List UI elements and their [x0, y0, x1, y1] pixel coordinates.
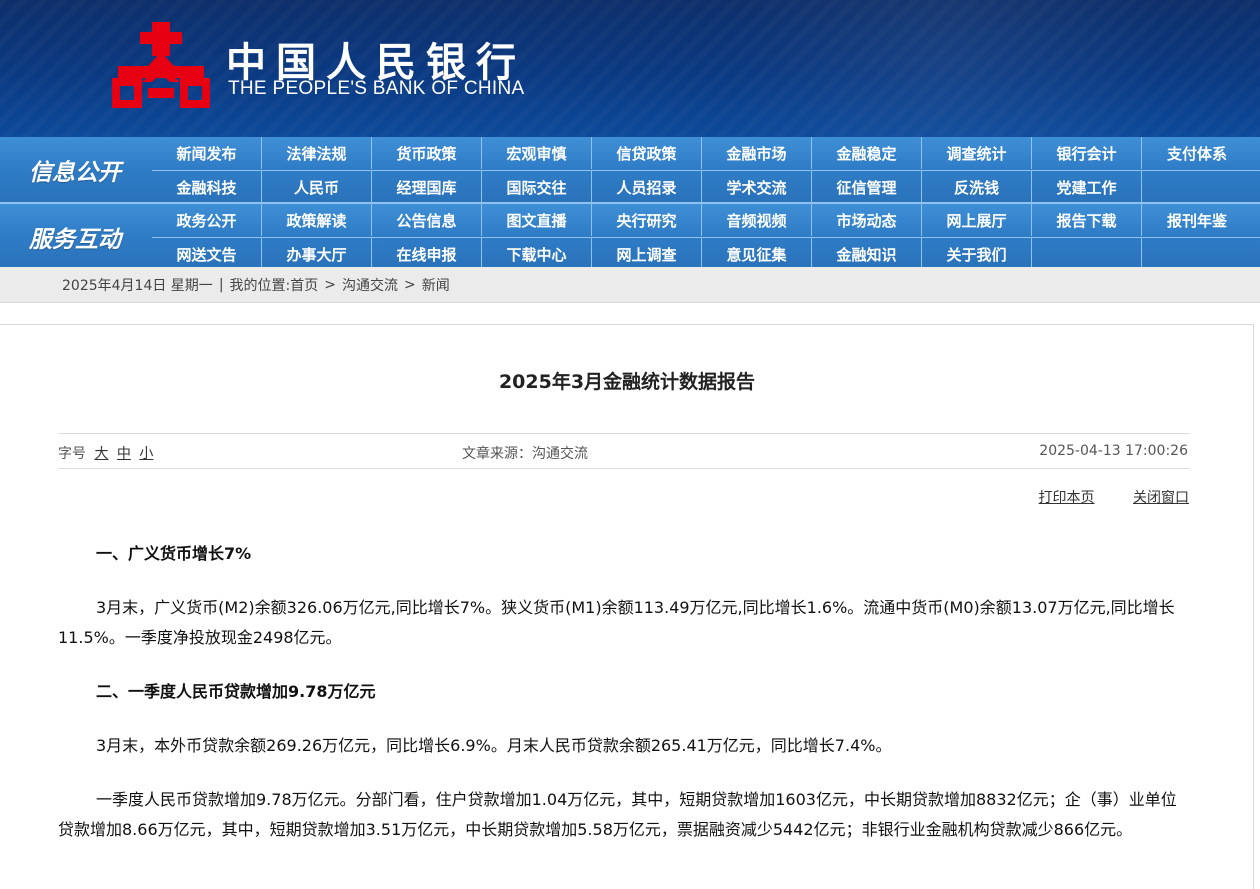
nav-empty-cell — [1142, 238, 1252, 270]
paragraph: 3月末，广义货币(M2)余额326.06万亿元,同比增长7%。狭义货币(M1)余… — [58, 598, 1175, 647]
nav-item[interactable]: 人员招录 — [592, 171, 702, 203]
breadcrumb-home-link[interactable]: 首页 — [290, 275, 318, 295]
nav-item[interactable]: 反洗钱 — [922, 171, 1032, 203]
nav-item[interactable]: 金融知识 — [812, 238, 922, 270]
nav-service-grid: 政务公开 政策解读 公告信息 图文直播 央行研究 音频视频 市场动态 网上展厅 … — [152, 204, 1260, 270]
paragraph: 一季度人民币贷款增加9.78万亿元。分部门看，住户贷款增加1.04万亿元，其中，… — [58, 790, 1177, 839]
nav-item[interactable]: 信贷政策 — [592, 137, 702, 169]
nav-item[interactable]: 金融科技 — [152, 171, 262, 203]
nav-item[interactable]: 人民币 — [262, 171, 372, 203]
font-size-small-link[interactable]: 小 — [139, 446, 153, 462]
article-container: 2025年3月金融统计数据报告 字号 大 中 小 文章来源：沟通交流 2025-… — [0, 324, 1254, 889]
nav-item[interactable]: 支付体系 — [1142, 137, 1252, 169]
nav-empty-cell — [1032, 238, 1142, 270]
nav-item[interactable]: 金融市场 — [702, 137, 812, 169]
nav-item[interactable]: 学术交流 — [702, 171, 812, 203]
nav-item[interactable]: 报刊年鉴 — [1142, 204, 1252, 236]
site-title-en[interactable]: THE PEOPLE'S BANK OF CHINA — [228, 78, 525, 100]
close-window-link[interactable]: 关闭窗口 — [1133, 490, 1189, 506]
nav-service-section: 服务互动 政务公开 政策解读 公告信息 图文直播 央行研究 音频视频 市场动态 … — [0, 202, 1260, 270]
nav-item[interactable]: 政务公开 — [152, 204, 262, 236]
nav-service-row1: 政务公开 政策解读 公告信息 图文直播 央行研究 音频视频 市场动态 网上展厅 … — [152, 204, 1260, 236]
article-title: 2025年3月金融统计数据报告 — [498, 371, 756, 393]
article-source: 文章来源：沟通交流 — [462, 446, 588, 462]
nav-service-row2: 网送文告 办事大厅 在线申报 下载中心 网上调查 意见征集 金融知识 关于我们 — [152, 237, 1260, 270]
nav-item[interactable]: 办事大厅 — [262, 238, 372, 270]
section-heading: 一、广义货币增长7% — [96, 544, 252, 563]
font-size-large-link[interactable]: 大 — [94, 446, 108, 462]
nav-item[interactable]: 网上调查 — [592, 238, 702, 270]
nav-item[interactable]: 在线申报 — [372, 238, 482, 270]
nav-item[interactable]: 银行会计 — [1032, 137, 1142, 169]
breadcrumb-label: 我的位置: — [229, 277, 291, 294]
nav-info-grid: 新闻发布 法律法规 货币政策 宏观审慎 信贷政策 金融市场 金融稳定 调查统计 … — [152, 137, 1260, 203]
nav-item[interactable]: 政策解读 — [262, 204, 372, 236]
nav-info-row1: 新闻发布 法律法规 货币政策 宏观审慎 信贷政策 金融市场 金融稳定 调查统计 … — [152, 137, 1260, 169]
breadcrumb-separator: > — [324, 276, 336, 293]
nav-item[interactable]: 网送文告 — [152, 238, 262, 270]
breadcrumb-separator: > — [403, 276, 416, 293]
paragraph: 3月末，本外币贷款余额269.26万亿元，同比增长6.9%。月末人民币贷款余额2… — [96, 736, 892, 755]
nav-item[interactable]: 意见征集 — [702, 238, 812, 270]
nav-item[interactable]: 征信管理 — [812, 171, 922, 203]
pboc-logo-icon[interactable] — [112, 22, 210, 108]
nav-item[interactable]: 党建工作 — [1032, 171, 1142, 203]
font-size-label: 字号 — [58, 446, 86, 462]
nav-item[interactable]: 央行研究 — [592, 204, 702, 236]
nav-item[interactable]: 下载中心 — [482, 238, 592, 270]
nav-item[interactable]: 调查统计 — [922, 137, 1032, 169]
nav-item[interactable]: 关于我们 — [922, 238, 1032, 270]
nav-item[interactable]: 法律法规 — [262, 137, 372, 169]
nav-item[interactable]: 图文直播 — [482, 204, 592, 236]
breadcrumb-divider: | — [218, 276, 224, 293]
breadcrumb: 2025年4月14日 星期一 | 我的位置: 首页 > 沟通交流 > 新闻 — [0, 267, 1260, 303]
article-datetime: 2025-04-13 17:00:26 — [1039, 443, 1188, 459]
breadcrumb-communication-link[interactable]: 沟通交流 — [342, 275, 398, 295]
font-size-control: 字号 大 中 小 — [58, 443, 153, 463]
nav-info-section: 信息公开 新闻发布 法律法规 货币政策 宏观审慎 信贷政策 金融市场 金融稳定 … — [0, 137, 1260, 203]
current-date: 2025年4月14日 星期一 — [62, 277, 213, 294]
nav-section-title-info: 信息公开 — [29, 159, 121, 186]
nav-item[interactable]: 新闻发布 — [152, 137, 262, 169]
nav-item[interactable]: 音频视频 — [702, 204, 812, 236]
nav-item[interactable]: 货币政策 — [372, 137, 482, 169]
article-body: 一、广义货币增长7% 3月末，广义货币(M2)余额326.06万亿元,同比增长7… — [58, 539, 1190, 869]
nav-section-title-service: 服务互动 — [29, 226, 121, 253]
nav-item[interactable]: 报告下载 — [1032, 204, 1142, 236]
site-banner: 中国人民银行 THE PEOPLE'S BANK OF CHINA — [0, 0, 1260, 137]
nav-item[interactable]: 金融稳定 — [812, 137, 922, 169]
nav-item[interactable]: 国际交往 — [482, 171, 592, 203]
nav-item[interactable]: 公告信息 — [372, 204, 482, 236]
breadcrumb-news-link[interactable]: 新闻 — [422, 275, 450, 295]
section-heading: 二、一季度人民币贷款增加9.78万亿元 — [96, 682, 376, 701]
nav-item[interactable]: 网上展厅 — [922, 204, 1032, 236]
print-page-link[interactable]: 打印本页 — [1039, 490, 1095, 506]
nav-empty-cell — [1142, 171, 1252, 203]
nav-item[interactable]: 市场动态 — [812, 204, 922, 236]
nav-info-row2: 金融科技 人民币 经理国库 国际交往 人员招录 学术交流 征信管理 反洗钱 党建… — [152, 170, 1260, 203]
nav-item[interactable]: 宏观审慎 — [482, 137, 592, 169]
article-tools: 打印本页 关闭窗口 — [1005, 487, 1189, 507]
font-size-medium-link[interactable]: 中 — [117, 446, 131, 462]
article-meta: 字号 大 中 小 文章来源：沟通交流 2025-04-13 17:00:26 — [58, 433, 1190, 469]
nav-item[interactable]: 经理国库 — [372, 171, 482, 203]
